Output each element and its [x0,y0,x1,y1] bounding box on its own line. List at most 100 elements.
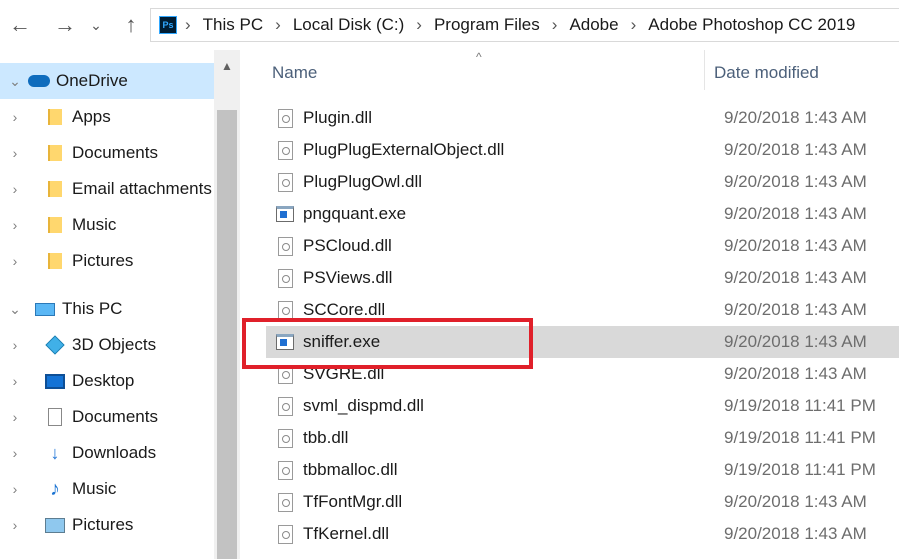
breadcrumb-this-pc[interactable]: This PC [203,15,263,35]
file-name: PlugPlugOwl.dll [303,172,423,191]
sidebar-item-music-onedrive[interactable]: › Music [0,207,214,243]
file-row[interactable]: pngquant.exe 9/20/2018 1:43 AM [266,198,899,230]
photoshop-icon: Ps [159,16,177,34]
file-name: PlugPlugExternalObject.dll [303,140,505,159]
sidebar-item-label: Music [72,479,117,498]
breadcrumb-photoshop-cc-2019[interactable]: Adobe Photoshop CC 2019 [648,15,855,35]
sidebar-item-3d-objects[interactable]: › 3D Objects [0,327,214,363]
folder-icon [44,251,66,271]
chevron-right-icon[interactable]: › [8,481,22,497]
file-list: ^ Name Date modified Plugin.dll 9/20/201… [240,50,899,559]
file-name: tbb.dll [303,428,349,447]
file-date-modified: 9/20/2018 1:43 AM [724,332,867,351]
dll-file-icon [276,364,294,384]
column-header-date-modified[interactable]: Date modified [714,63,819,83]
breadcrumb-adobe[interactable]: Adobe [569,15,618,35]
scroll-up-arrow-icon[interactable]: ▲ [214,50,240,82]
breadcrumb-separator-icon[interactable]: › [416,15,422,35]
sidebar-item-pictures-onedrive[interactable]: › Pictures [0,243,214,279]
sort-ascending-caret-icon: ^ [476,50,482,64]
file-date-modified: 9/20/2018 1:43 AM [724,364,867,383]
dll-file-icon [276,268,294,288]
file-row[interactable]: SVGRE.dll 9/20/2018 1:43 AM [266,358,899,390]
file-date-modified: 9/20/2018 1:43 AM [724,268,867,287]
breadcrumb-separator-icon[interactable]: › [552,15,558,35]
file-row[interactable]: tbb.dll 9/19/2018 11:41 PM [266,422,899,454]
file-row[interactable]: TfFontMgr.dll 9/20/2018 1:43 AM [266,486,899,518]
desktop-icon [44,371,66,391]
music-icon: ♪ [50,477,60,500]
address-toolbar: ← → ⌄ ↑ Ps › This PC › Local Disk (C:) ›… [0,0,899,50]
column-header-name[interactable]: Name [272,63,317,83]
dll-file-icon [276,428,294,448]
chevron-right-icon[interactable]: › [8,181,22,197]
chevron-down-icon[interactable]: ⌄ [8,73,22,90]
dll-file-icon [276,396,294,416]
file-row[interactable]: SCCore.dll 9/20/2018 1:43 AM [266,294,899,326]
chevron-right-icon[interactable]: › [8,253,22,269]
sidebar-item-downloads[interactable]: › ↓ Downloads [0,435,214,471]
exe-file-icon [276,332,294,352]
file-row[interactable]: tbbmalloc.dll 9/19/2018 11:41 PM [266,454,899,486]
chevron-right-icon[interactable]: › [8,337,22,353]
breadcrumb-separator-icon[interactable]: › [631,15,637,35]
file-row[interactable]: PlugPlugExternalObject.dll 9/20/2018 1:4… [266,134,899,166]
sidebar-item-label: OneDrive [56,71,128,90]
sidebar-item-onedrive[interactable]: ⌄ OneDrive [0,63,214,99]
sidebar-item-apps[interactable]: › Apps [0,99,214,135]
sidebar-item-documents[interactable]: › Documents [0,399,214,435]
chevron-right-icon[interactable]: › [8,109,22,125]
sidebar-item-desktop[interactable]: › Desktop [0,363,214,399]
onedrive-cloud-icon [28,71,50,91]
navigation-scrollbar[interactable]: ▲ [214,50,240,559]
breadcrumb-program-files[interactable]: Program Files [434,15,540,35]
chevron-right-icon[interactable]: › [8,145,22,161]
file-row[interactable]: Plugin.dll 9/20/2018 1:43 AM [266,102,899,134]
exe-file-icon [276,204,294,224]
chevron-right-icon[interactable]: › [8,409,22,425]
recent-locations-chevron-icon[interactable]: ⌄ [85,10,107,40]
chevron-right-icon[interactable]: › [8,445,22,461]
sidebar-item-music[interactable]: › ♪ Music [0,471,214,507]
sidebar-item-label: Email attachments [72,179,212,198]
file-name: sniffer.exe [303,332,381,351]
scrollbar-thumb[interactable] [217,110,237,559]
back-arrow-icon[interactable]: ← [5,10,35,40]
breadcrumb-separator-icon[interactable]: › [275,15,281,35]
3d-objects-icon [44,335,66,355]
dll-file-icon [276,492,294,512]
file-row[interactable]: PSCloud.dll 9/20/2018 1:43 AM [266,230,899,262]
file-row[interactable]: svml_dispmd.dll 9/19/2018 11:41 PM [266,390,899,422]
sidebar-item-this-pc[interactable]: ⌄ This PC [0,291,214,327]
file-row[interactable]: PSViews.dll 9/20/2018 1:43 AM [266,262,899,294]
chevron-right-icon[interactable]: › [8,217,22,233]
file-date-modified: 9/20/2018 1:43 AM [724,236,867,255]
breadcrumb-separator-icon[interactable]: › [185,15,191,35]
address-bar[interactable]: Ps › This PC › Local Disk (C:) › Program… [150,8,899,42]
folder-icon [44,107,66,127]
file-row[interactable]: PlugPlugOwl.dll 9/20/2018 1:43 AM [266,166,899,198]
sidebar-item-documents-onedrive[interactable]: › Documents [0,135,214,171]
up-arrow-icon[interactable]: ↑ [116,10,146,40]
dll-file-icon [276,524,294,544]
chevron-right-icon[interactable]: › [8,373,22,389]
file-date-modified: 9/20/2018 1:43 AM [724,204,867,223]
file-name: TfKernel.dll [303,524,389,543]
dll-file-icon [276,236,294,256]
pictures-icon [44,515,66,535]
column-divider[interactable] [704,50,705,90]
chevron-down-icon[interactable]: ⌄ [8,301,22,318]
folder-icon [44,143,66,163]
dll-file-icon [276,140,294,160]
chevron-right-icon[interactable]: › [8,517,22,533]
breadcrumb-local-disk[interactable]: Local Disk (C:) [293,15,404,35]
file-row[interactable]: TfKernel.dll 9/20/2018 1:43 AM [266,518,899,550]
file-date-modified: 9/20/2018 1:43 AM [724,140,867,159]
sidebar-item-label: Documents [72,143,158,162]
sidebar-item-pictures[interactable]: › Pictures [0,507,214,543]
file-row-sniffer-exe[interactable]: sniffer.exe 9/20/2018 1:43 AM [266,326,899,358]
file-date-modified: 9/19/2018 11:41 PM [724,460,876,479]
sidebar-item-label: Downloads [72,443,157,462]
sidebar-item-email-attachments[interactable]: › Email attachments [0,171,214,207]
forward-arrow-icon[interactable]: → [50,10,80,40]
